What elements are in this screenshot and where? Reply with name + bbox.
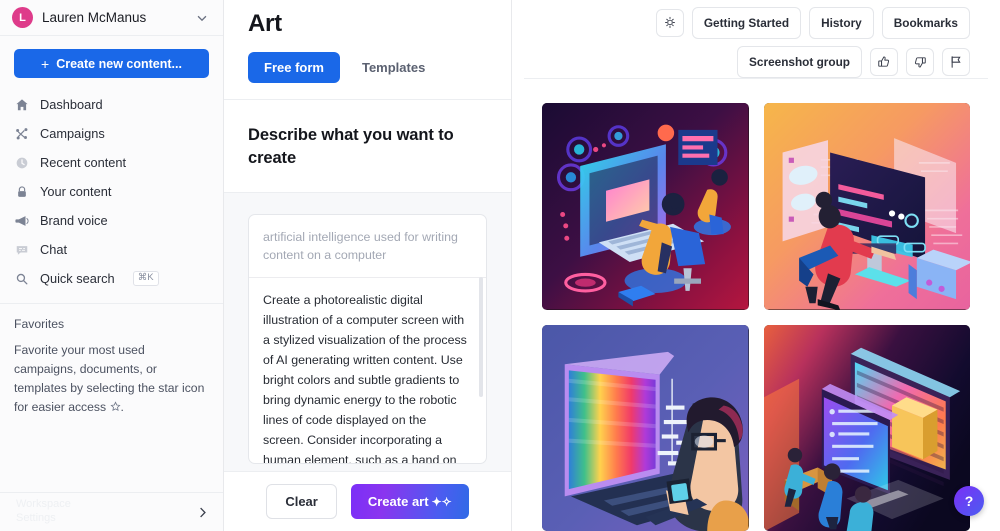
describe-heading: Describe what you want to create [248,126,454,168]
create-new-content-button[interactable]: + Create new content... [14,49,209,78]
chevron-right-icon[interactable] [195,505,210,520]
page-title: Art [248,10,282,37]
campaigns-icon [14,126,29,141]
thumbs-down-button[interactable] [906,48,934,76]
result-actions: Screenshot group [512,46,1000,78]
prompt-placeholder: artificial intelligence used for writing… [249,215,486,278]
favorites-empty-state: Favorite your most used campaigns, docum… [0,331,223,417]
user-name: Lauren McManus [42,10,147,25]
results-panel: Getting Started History Bookmarks Screen… [512,0,1000,531]
screenshot-group-button[interactable]: Screenshot group [737,46,862,78]
history-button[interactable]: History [809,7,874,39]
generated-image-4[interactable] [763,324,970,531]
thumbs-up-icon [877,55,891,69]
sidebar-item-label: Brand voice [40,213,108,228]
sidebar-footer-label: Workspace Settings [16,498,71,524]
help-button[interactable]: ? [954,486,984,516]
generated-image-1[interactable] [542,103,749,310]
prompt-actions: Clear Create art ✦✧ [224,471,511,531]
tab-bar: Free form Templates [224,38,511,83]
lock-icon [14,184,29,199]
plus-icon: + [41,55,50,72]
sidebar-nav: Dashboard Campaigns Recent content Your … [0,88,223,293]
top-actions: Getting Started History Bookmarks [512,0,1000,46]
favorites-title: Favorites [14,317,65,331]
sidebar-item-your-content[interactable]: Your content [0,177,223,206]
quick-search-shortcut: ⌘K [132,271,159,286]
tips-button[interactable] [655,9,684,37]
generated-image-2[interactable] [763,103,970,310]
favorites-empty-text-end: . [120,399,124,414]
flag-button[interactable] [942,48,970,76]
tab-free-form[interactable]: Free form [248,52,340,83]
chevron-down-icon [195,11,209,25]
clear-button[interactable]: Clear [266,484,337,519]
sidebar-item-label: Dashboard [40,97,103,112]
search-icon [14,271,29,286]
user-menu[interactable]: L Lauren McManus [0,0,223,36]
thumbs-up-button[interactable] [870,48,898,76]
thumbs-down-icon [913,55,927,69]
sidebar-item-chat[interactable]: Chat [0,235,223,264]
bookmarks-button[interactable]: Bookmarks [881,7,970,39]
image-grid [512,79,1000,531]
sidebar-item-label: Campaigns [40,126,105,141]
sidebar-item-dashboard[interactable]: Dashboard [0,90,223,119]
prompt-form-area: artificial intelligence used for writing… [224,192,511,471]
sidebar-item-label: Chat [40,242,68,257]
sparkle-icon: ✦✧ [431,494,452,509]
prompt-textarea[interactable]: Create a photorealistic digital illustra… [249,278,486,463]
create-art-button[interactable]: Create art ✦✧ [350,484,469,519]
sidebar: L Lauren McManus + Create new content...… [0,0,224,531]
app-root: L Lauren McManus + Create new content...… [0,0,1000,531]
create-art-label: Create art [367,494,429,509]
sidebar-item-brand-voice[interactable]: Brand voice [0,206,223,235]
question-icon: ? [964,493,974,509]
star-icon [109,399,121,411]
panel-header: Art Free form Templates [224,0,511,83]
clock-icon [14,155,29,170]
prompt-panel: Art Free form Templates Describe what yo… [224,0,512,531]
lightbulb-icon [663,16,677,30]
sidebar-item-label: Quick search [40,271,115,286]
prompt-box[interactable]: artificial intelligence used for writing… [248,214,487,464]
describe-section: Describe what you want to create [224,99,511,192]
avatar: L [12,7,33,28]
prompt-scrollbar[interactable] [479,277,483,397]
flag-icon [949,55,963,69]
getting-started-button[interactable]: Getting Started [691,7,802,39]
sidebar-item-quick-search[interactable]: Quick search ⌘K [0,264,223,293]
megaphone-icon [14,213,29,228]
sidebar-item-campaigns[interactable]: Campaigns [0,119,223,148]
sidebar-item-label: Your content [40,184,112,199]
sidebar-item-recent-content[interactable]: Recent content [0,148,223,177]
tab-templates[interactable]: Templates [346,52,441,83]
sidebar-item-label: Recent content [40,155,127,170]
generated-image-3[interactable] [542,324,749,531]
home-icon [14,97,29,112]
create-new-content-label: Create new content... [56,56,182,71]
chat-icon [14,242,29,257]
sidebar-footer-toggle[interactable]: Workspace Settings [0,492,223,531]
